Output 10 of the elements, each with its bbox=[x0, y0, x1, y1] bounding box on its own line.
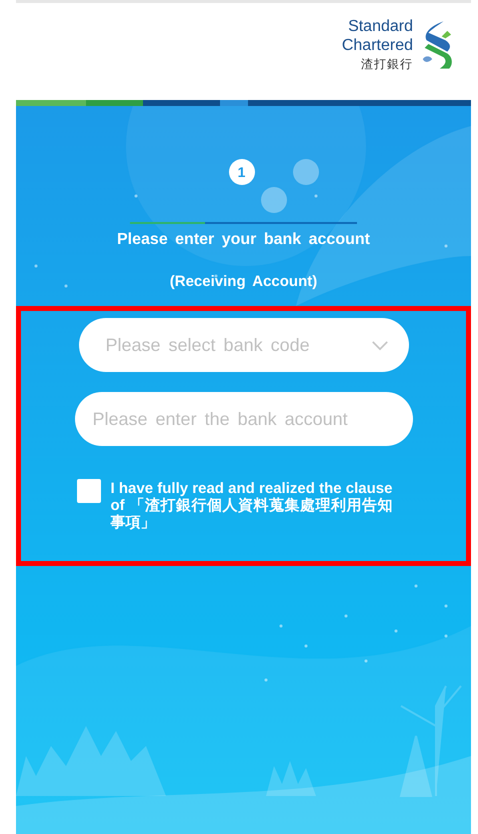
page-subtitle: (Receiving Account) bbox=[170, 273, 318, 290]
logo-subtitle: 渣打銀行 bbox=[361, 56, 413, 73]
bank-code-select[interactable]: Please select bank code bbox=[78, 318, 408, 372]
page-title: Please enter your bank account bbox=[117, 231, 370, 249]
logo-text: Standard Chartered bbox=[340, 17, 413, 55]
step-indicator: 1 bbox=[228, 159, 254, 185]
bank-account-field[interactable]: Please enter the bank account bbox=[74, 392, 412, 446]
consent-text: I have fully read and realized the clause of 「渣打銀行個人資料蒐集處理利用告知事項」 bbox=[110, 480, 392, 531]
consent-checkbox[interactable] bbox=[76, 479, 100, 503]
chevron-down-icon bbox=[370, 340, 388, 350]
